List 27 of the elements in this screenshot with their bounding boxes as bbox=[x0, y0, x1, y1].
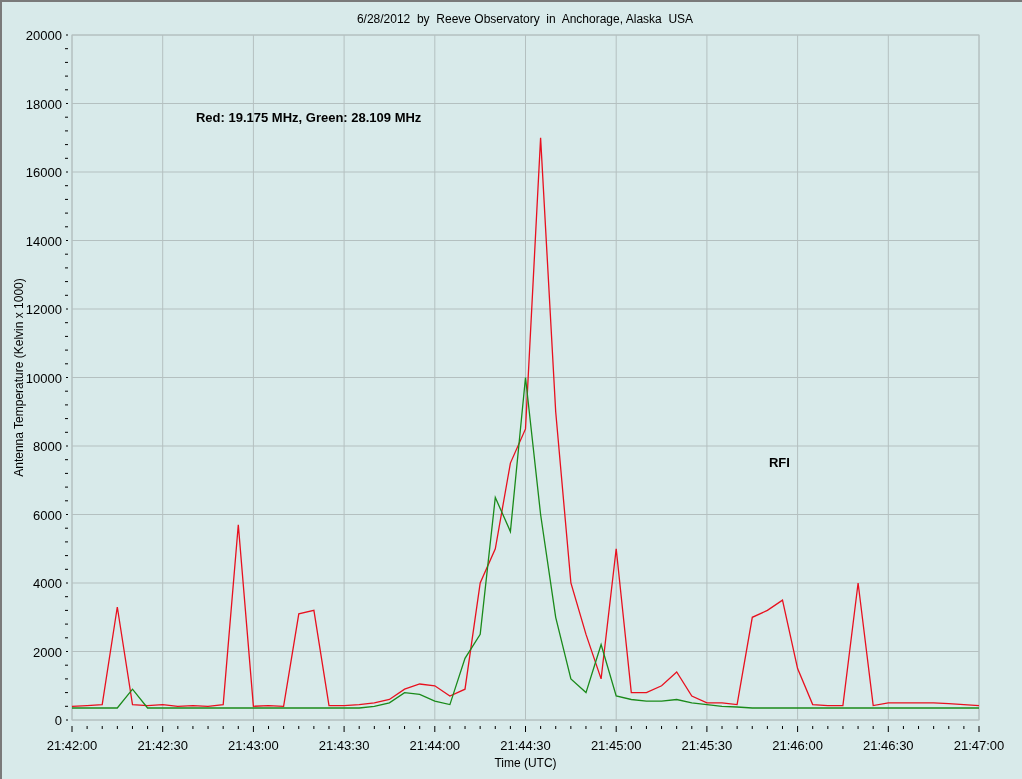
x-tick-label: 21:42:00 bbox=[46, 738, 98, 753]
x-tick-label: 21:44:00 bbox=[409, 738, 461, 753]
x-axis-title: Time (UTC) bbox=[494, 756, 557, 770]
x-tick-label: 21:44:30 bbox=[500, 738, 551, 753]
x-tick-label: 21:43:00 bbox=[228, 738, 279, 753]
y-tick-label: 2000 bbox=[33, 644, 62, 660]
chart-annotation: Red: 19.175 MHz, Green: 28.109 MHz bbox=[195, 110, 422, 126]
x-tick-label: 21:43:30 bbox=[318, 738, 370, 753]
y-tick-label: 8000 bbox=[33, 439, 62, 454]
x-tick-label: 21:46:30 bbox=[863, 738, 914, 753]
y-tick-label: 20000 bbox=[25, 28, 62, 43]
x-tick-label: 21:46:00 bbox=[772, 738, 823, 753]
chart-title: 6/28/2012 by Reeve Observatory in Anchorage, Alaska USA bbox=[356, 12, 694, 26]
x-tick-label: 21:45:30 bbox=[681, 738, 733, 753]
y-tick-label: 10000 bbox=[25, 370, 62, 386]
x-tick-label: 21:47:00 bbox=[953, 738, 1005, 753]
y-tick-label: 18000 bbox=[25, 96, 62, 112]
x-tick-label: 21:45:00 bbox=[590, 738, 642, 753]
y-tick-label: 0 bbox=[54, 713, 62, 728]
y-axis-title: Antenna Temperature (Kelvin x 1000) bbox=[12, 278, 26, 477]
y-tick-label: 14000 bbox=[25, 233, 62, 249]
y-tick-label: 4000 bbox=[33, 576, 62, 591]
chart-annotation: RFI bbox=[769, 454, 790, 470]
y-tick-label: 6000 bbox=[33, 507, 62, 523]
x-tick-label: 21:42:30 bbox=[137, 738, 188, 753]
y-tick-label: 16000 bbox=[25, 165, 62, 180]
y-tick-label: 12000 bbox=[25, 302, 62, 317]
